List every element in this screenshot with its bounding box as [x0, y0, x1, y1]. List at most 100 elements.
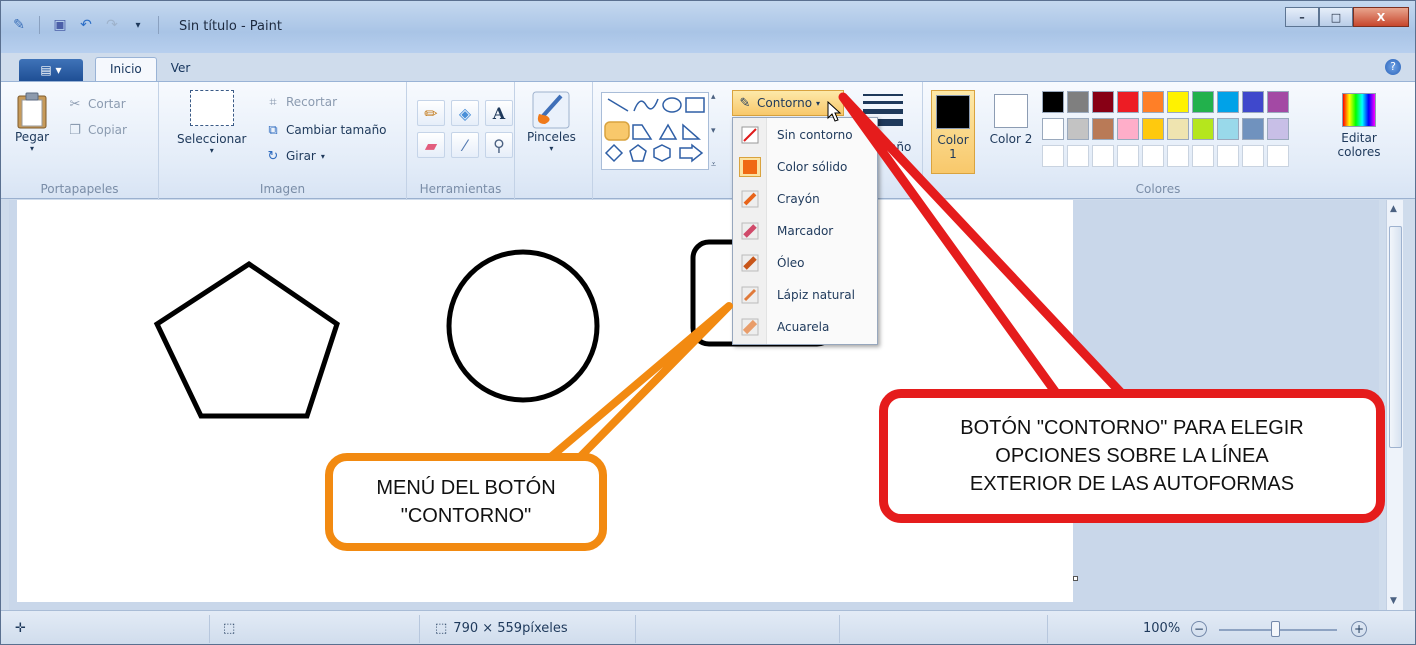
- palette-swatch[interactable]: [1167, 118, 1189, 140]
- palette-swatch-empty[interactable]: [1067, 145, 1089, 167]
- shapes-scroll-up-icon[interactable]: ▴: [711, 92, 723, 102]
- shapes-more-icon[interactable]: ⩡: [711, 160, 723, 170]
- crop-button[interactable]: ⌗ Recortar: [265, 94, 337, 110]
- brushes-button[interactable]: Pinceles ▾: [527, 90, 576, 153]
- rotate-button[interactable]: ↻ Girar ▾: [265, 148, 325, 164]
- palette-swatch[interactable]: [1267, 118, 1289, 140]
- palette-swatch[interactable]: [1092, 91, 1114, 113]
- minimize-button[interactable]: –: [1285, 7, 1319, 27]
- palette-swatch[interactable]: [1142, 118, 1164, 140]
- menu-item-lapiz-natural[interactable]: Lápiz natural: [733, 280, 879, 310]
- fill-bucket-icon[interactable]: ◈: [451, 100, 479, 126]
- shapes-scroll-down-icon[interactable]: ▾: [711, 126, 723, 136]
- rotate-dropdown-icon: ▾: [320, 151, 325, 161]
- redo-icon[interactable]: ↷: [102, 15, 122, 35]
- palette-swatch-empty[interactable]: [1167, 145, 1189, 167]
- copy-button[interactable]: ❐ Copiar: [67, 122, 127, 138]
- palette-swatch-empty[interactable]: [1267, 145, 1289, 167]
- clipboard-icon: [17, 92, 47, 129]
- scroll-down-icon[interactable]: ▼: [1390, 596, 1397, 606]
- color2-button[interactable]: Color 2: [989, 90, 1033, 174]
- group-label-imagen: Imagen: [259, 182, 306, 196]
- save-icon[interactable]: ▣: [50, 15, 70, 35]
- palette-swatch-empty[interactable]: [1242, 145, 1264, 167]
- menu-item-sin-contorno[interactable]: Sin contorno: [733, 120, 879, 150]
- tools-grid: ✏ ◈ A ▰ ⁄ ⚲: [417, 100, 513, 158]
- paint-app-icon[interactable]: ✎: [9, 15, 29, 35]
- paste-button[interactable]: Pegar ▾: [15, 90, 49, 153]
- mouse-cursor-icon: [827, 101, 842, 122]
- menu-item-marcador[interactable]: Marcador: [733, 216, 879, 246]
- canvas-resize-handle[interactable]: [1073, 576, 1078, 581]
- zoom-slider-thumb[interactable]: [1271, 621, 1280, 637]
- maximize-button[interactable]: □: [1319, 7, 1353, 27]
- zoom-in-icon[interactable]: +: [1351, 621, 1367, 637]
- pencil-icon[interactable]: ✏: [417, 100, 445, 126]
- close-button[interactable]: X: [1353, 7, 1409, 27]
- palette-swatch[interactable]: [1217, 118, 1239, 140]
- menu-item-acuarela[interactable]: Acuarela: [733, 312, 879, 342]
- edit-colors-button[interactable]: Editar colores: [1334, 93, 1384, 159]
- palette-swatch[interactable]: [1242, 118, 1264, 140]
- image-size-label: 790 × 559píxeles: [453, 621, 568, 636]
- palette-swatch-empty[interactable]: [1142, 145, 1164, 167]
- group-label-portapapeles: Portapapeles: [40, 182, 119, 196]
- scroll-up-icon[interactable]: ▲: [1390, 204, 1397, 214]
- brushes-dropdown-icon[interactable]: ▾: [549, 144, 553, 153]
- menu-item-oleo[interactable]: Óleo: [733, 248, 879, 278]
- customize-qat-icon[interactable]: ▾: [128, 15, 148, 35]
- palette-swatch[interactable]: [1117, 91, 1139, 113]
- palette-swatch[interactable]: [1042, 118, 1064, 140]
- select-button[interactable]: Seleccionar ▾: [177, 90, 246, 155]
- vertical-scrollbar[interactable]: ▲ ▼: [1386, 200, 1403, 610]
- outline-dropdown-menu: Sin contorno Color sólido Crayón Marcado…: [732, 117, 878, 345]
- palette-swatch-empty[interactable]: [1092, 145, 1114, 167]
- palette-swatch-empty[interactable]: [1117, 145, 1139, 167]
- color1-button[interactable]: Color 1: [931, 90, 975, 174]
- color-picker-icon[interactable]: ⁄: [451, 132, 479, 158]
- callout-menu-line2: "CONTORNO": [400, 505, 532, 527]
- paste-dropdown-icon[interactable]: ▾: [30, 144, 34, 153]
- zoom-level: 100%: [1143, 621, 1181, 636]
- palette-swatch[interactable]: [1267, 91, 1289, 113]
- palette-swatch[interactable]: [1167, 91, 1189, 113]
- callout-menu-line1: MENÚ DEL BOTÓN: [376, 477, 556, 499]
- eraser-icon[interactable]: ▰: [417, 132, 445, 158]
- paint-menu-button[interactable]: ▤ ▾: [19, 59, 83, 81]
- palette-swatch-empty[interactable]: [1042, 145, 1064, 167]
- palette-swatch[interactable]: [1242, 91, 1264, 113]
- tab-ver[interactable]: Ver: [157, 57, 205, 81]
- copy-icon: ❐: [69, 122, 81, 138]
- zoom-out-icon[interactable]: −: [1191, 621, 1207, 637]
- copy-label: Copiar: [88, 123, 127, 137]
- text-icon[interactable]: A: [485, 100, 513, 126]
- palette-swatch[interactable]: [1092, 118, 1114, 140]
- magnifier-icon[interactable]: ⚲: [485, 132, 513, 158]
- palette-swatch[interactable]: [1067, 91, 1089, 113]
- callout-boton-line3: EXTERIOR DE LAS AUTOFORMAS: [969, 473, 1295, 495]
- scissors-icon: ✂: [69, 96, 81, 112]
- palette-swatch[interactable]: [1192, 91, 1214, 113]
- palette-swatch[interactable]: [1142, 91, 1164, 113]
- palette-swatch[interactable]: [1217, 91, 1239, 113]
- menu-item-crayon[interactable]: Crayón: [733, 184, 879, 214]
- scroll-thumb[interactable]: [1389, 226, 1402, 448]
- help-icon[interactable]: ?: [1385, 59, 1401, 75]
- palette-swatch-empty[interactable]: [1192, 145, 1214, 167]
- watercolor-icon: [739, 317, 761, 337]
- tab-inicio[interactable]: Inicio: [95, 57, 157, 81]
- undo-icon[interactable]: ↶: [76, 15, 96, 35]
- palette-swatch[interactable]: [1117, 118, 1139, 140]
- menu-item-label: Crayón: [777, 192, 820, 206]
- window-title: Sin título - Paint: [179, 19, 282, 34]
- shapes-scroll[interactable]: ▴ ▾ ⩡: [711, 92, 723, 170]
- palette-swatch[interactable]: [1067, 118, 1089, 140]
- resize-button[interactable]: ⧉ Cambiar tamaño: [265, 122, 386, 138]
- menu-item-color-solido[interactable]: Color sólido: [733, 152, 879, 182]
- select-dropdown-icon[interactable]: ▾: [210, 146, 214, 155]
- palette-swatch[interactable]: [1042, 91, 1064, 113]
- palette-swatch[interactable]: [1192, 118, 1214, 140]
- shapes-gallery[interactable]: [601, 92, 709, 170]
- cut-button[interactable]: ✂ Cortar: [67, 96, 126, 112]
- palette-swatch-empty[interactable]: [1217, 145, 1239, 167]
